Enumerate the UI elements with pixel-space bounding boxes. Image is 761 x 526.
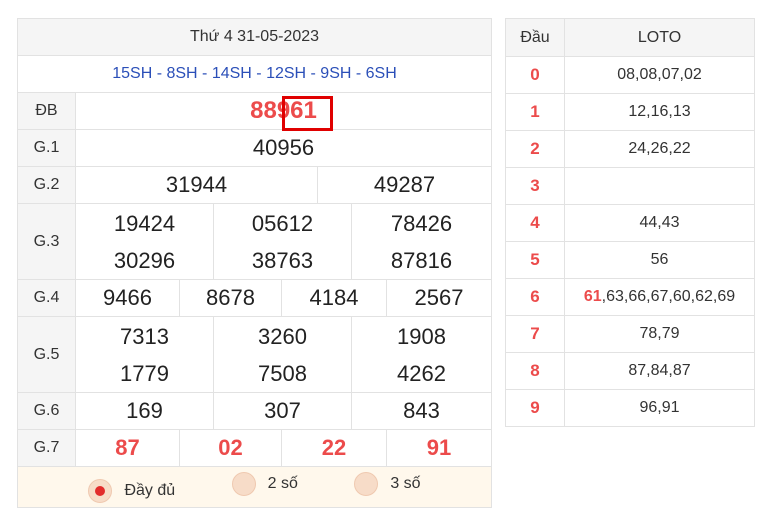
g3-value: 30296 <box>113 247 176 273</box>
g7-value: 91 <box>385 429 493 467</box>
radio-icon[interactable] <box>354 471 379 496</box>
loto-values: 08,08,07,02 <box>564 56 755 94</box>
radio-icon[interactable] <box>231 471 256 496</box>
g5-value: 1908 <box>397 323 446 349</box>
g5-value: 7313 <box>120 323 169 349</box>
g7-value: 87 <box>75 429 180 467</box>
loto-head: 4 <box>505 204 565 242</box>
draw-date: Thứ 4 31-05-2023 <box>16 18 493 56</box>
g2-value: 31944 <box>75 166 318 204</box>
g7-value: 22 <box>281 429 387 467</box>
special-codes: 15SH - 8SH - 14SH - 12SH - 9SH - 6SH <box>16 55 493 93</box>
g5-value: 1779 <box>120 360 169 386</box>
g3-value: 19424 <box>113 210 176 236</box>
g4-value: 4184 <box>281 279 387 317</box>
loto-values: 87,84,87 <box>564 352 755 390</box>
option-label: 2 số <box>267 474 298 492</box>
display-options: Đầy đủ 2 số 3 số <box>16 466 493 508</box>
loto-values: 24,26,22 <box>564 130 755 168</box>
prize-label-db: ĐB <box>17 92 76 130</box>
loto-values-rest: ,63,66,67,60,62,69 <box>601 288 736 305</box>
option-label: 3 số <box>390 474 421 492</box>
loto-head: 1 <box>505 93 565 131</box>
g5-value: 4262 <box>397 360 446 386</box>
prize-label-g2: G.2 <box>17 166 76 204</box>
prize-label-g7: G.7 <box>17 429 76 467</box>
prize-label-g1: G.1 <box>17 129 76 167</box>
g7-value: 02 <box>179 429 282 467</box>
g2-value: 49287 <box>316 166 493 204</box>
loto-values: 61,63,66,67,60,62,69 <box>564 278 755 316</box>
loto-values <box>564 167 755 205</box>
loto-head: 0 <box>505 56 565 94</box>
loto-values: 78,79 <box>564 315 755 353</box>
g4-value: 8678 <box>179 279 282 317</box>
g3-value: 05612 <box>251 210 314 236</box>
loto-head: 2 <box>505 130 565 168</box>
results-table: Thứ 4 31-05-2023 15SH - 8SH - 14SH - 12S… <box>16 18 493 508</box>
loto-head: 3 <box>505 167 565 205</box>
prize-label-g5: G.5 <box>17 316 76 393</box>
loto-head: 9 <box>505 389 565 427</box>
g5-value: 3260 <box>258 323 307 349</box>
loto-head: 7 <box>505 315 565 353</box>
g6-value: 843 <box>350 392 493 430</box>
g5-value: 7508 <box>258 360 307 386</box>
loto-table: Đầu LOTO 0 08,08,07,02 1 12,16,13 2 24,26,2… <box>505 18 755 427</box>
prize-label-g6: G.6 <box>17 392 76 430</box>
loto-head: 5 <box>505 241 565 279</box>
loto-values: 12,16,13 <box>564 93 755 131</box>
g3-value: 87816 <box>390 247 453 273</box>
loto-values: 56 <box>564 241 755 279</box>
g1-value: 40956 <box>74 129 493 167</box>
prize-label-g4: G.4 <box>17 279 76 317</box>
loto-highlight: 61 <box>583 288 602 305</box>
g3-value: 38763 <box>251 247 314 273</box>
option-label: Đầy đủ <box>124 481 176 499</box>
loto-head: 6 <box>505 278 565 316</box>
loto-head: 8 <box>505 352 565 390</box>
g6-value: 169 <box>75 392 214 430</box>
option-full[interactable]: Đầy đủ <box>88 478 176 503</box>
g3-value: 78426 <box>390 210 453 236</box>
radio-selected-icon[interactable] <box>88 478 113 503</box>
prize-label-g3: G.3 <box>17 203 76 280</box>
loto-values-column: LOTO <box>564 18 755 57</box>
g4-value: 9466 <box>75 279 180 317</box>
option-2-digits[interactable]: 2 số <box>231 471 298 496</box>
highlight-box <box>282 96 333 131</box>
g6-value: 307 <box>213 392 352 430</box>
loto-values: 96,91 <box>564 389 755 427</box>
g4-value: 2567 <box>385 279 493 317</box>
option-3-digits[interactable]: 3 số <box>354 471 421 496</box>
loto-values: 44,43 <box>564 204 755 242</box>
loto-head-column: Đầu <box>505 18 565 57</box>
